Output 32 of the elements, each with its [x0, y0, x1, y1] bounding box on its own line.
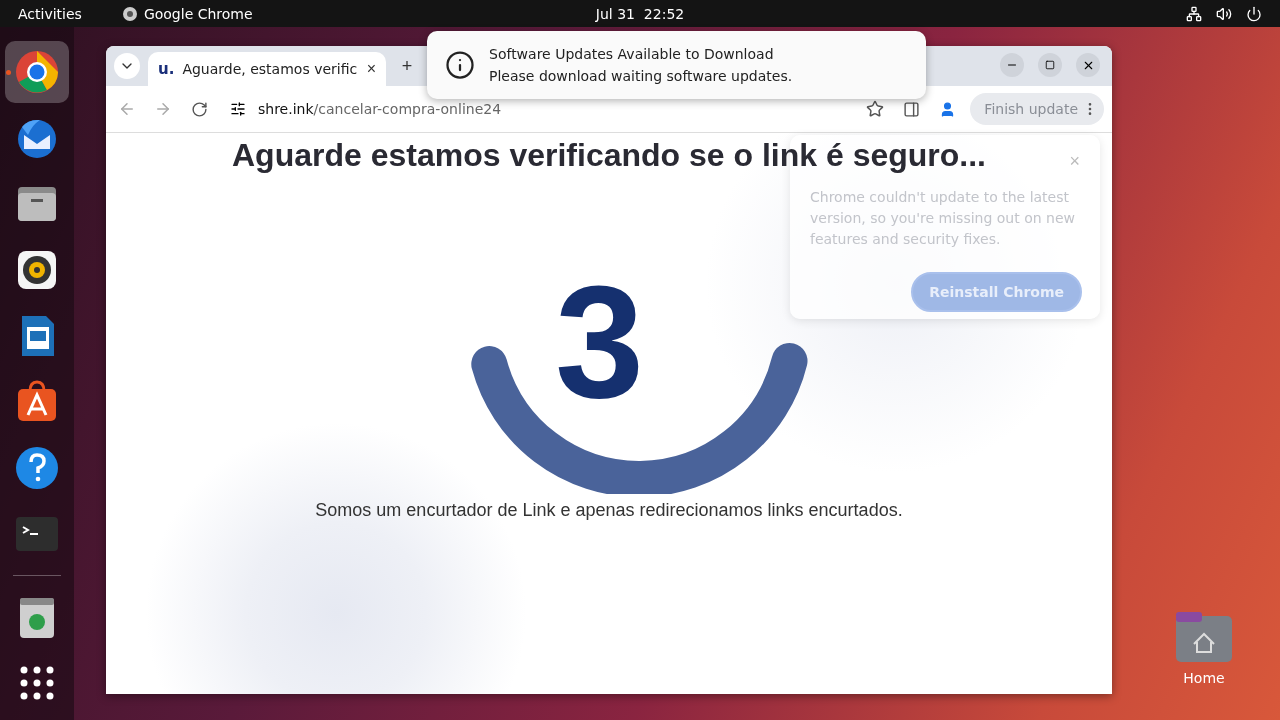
- info-icon: [445, 50, 475, 80]
- clock[interactable]: Jul 31 22:52: [595, 5, 685, 22]
- page-headline: Aguarde estamos verificando se o link é seguro...: [232, 137, 986, 174]
- notification[interactable]: Software Updates Available to Download Please download waiting software updates.: [427, 31, 926, 99]
- page-footer-text: Somos um encurtador de Link e apenas redirecionamos links encurtados.: [315, 500, 903, 521]
- activities-button[interactable]: Activities: [18, 5, 82, 22]
- notification-body: Please download waiting software updates.: [489, 68, 793, 84]
- star-icon: [866, 100, 885, 118]
- home-folder-icon[interactable]: [1176, 612, 1232, 662]
- forward-arrow-icon: [154, 100, 172, 118]
- power-icon[interactable]: [1246, 5, 1262, 22]
- side-panel-icon: [902, 100, 920, 118]
- app-menu[interactable]: Google Chrome: [121, 5, 253, 22]
- maximize-icon: [1045, 60, 1055, 70]
- popup-message: Chrome couldn't update to the latest version, so you're missing out on new features and security fixes.: [810, 188, 1076, 249]
- network-icon[interactable]: [1186, 5, 1202, 22]
- countdown-number: 3: [555, 262, 644, 422]
- reload-icon: [190, 100, 208, 118]
- dock-item[interactable]: [5, 41, 69, 103]
- site-favicon: u.: [158, 60, 175, 78]
- browser-tab[interactable]: u. Aguarde, estamos verific ×: [148, 52, 386, 86]
- new-tab-button[interactable]: +: [394, 53, 420, 79]
- tab-search-button[interactable]: [114, 53, 140, 79]
- notification-title: Software Updates Available to Download: [489, 46, 775, 62]
- volume-icon[interactable]: [1216, 5, 1232, 22]
- maximize-button[interactable]: [1038, 53, 1062, 77]
- close-button[interactable]: [1076, 53, 1100, 77]
- minimize-button[interactable]: [1000, 53, 1024, 77]
- close-tab-button[interactable]: ×: [366, 60, 376, 78]
- home-label[interactable]: Home: [1183, 670, 1225, 686]
- help-icon: [14, 445, 60, 491]
- site-settings-icon[interactable]: [230, 101, 246, 117]
